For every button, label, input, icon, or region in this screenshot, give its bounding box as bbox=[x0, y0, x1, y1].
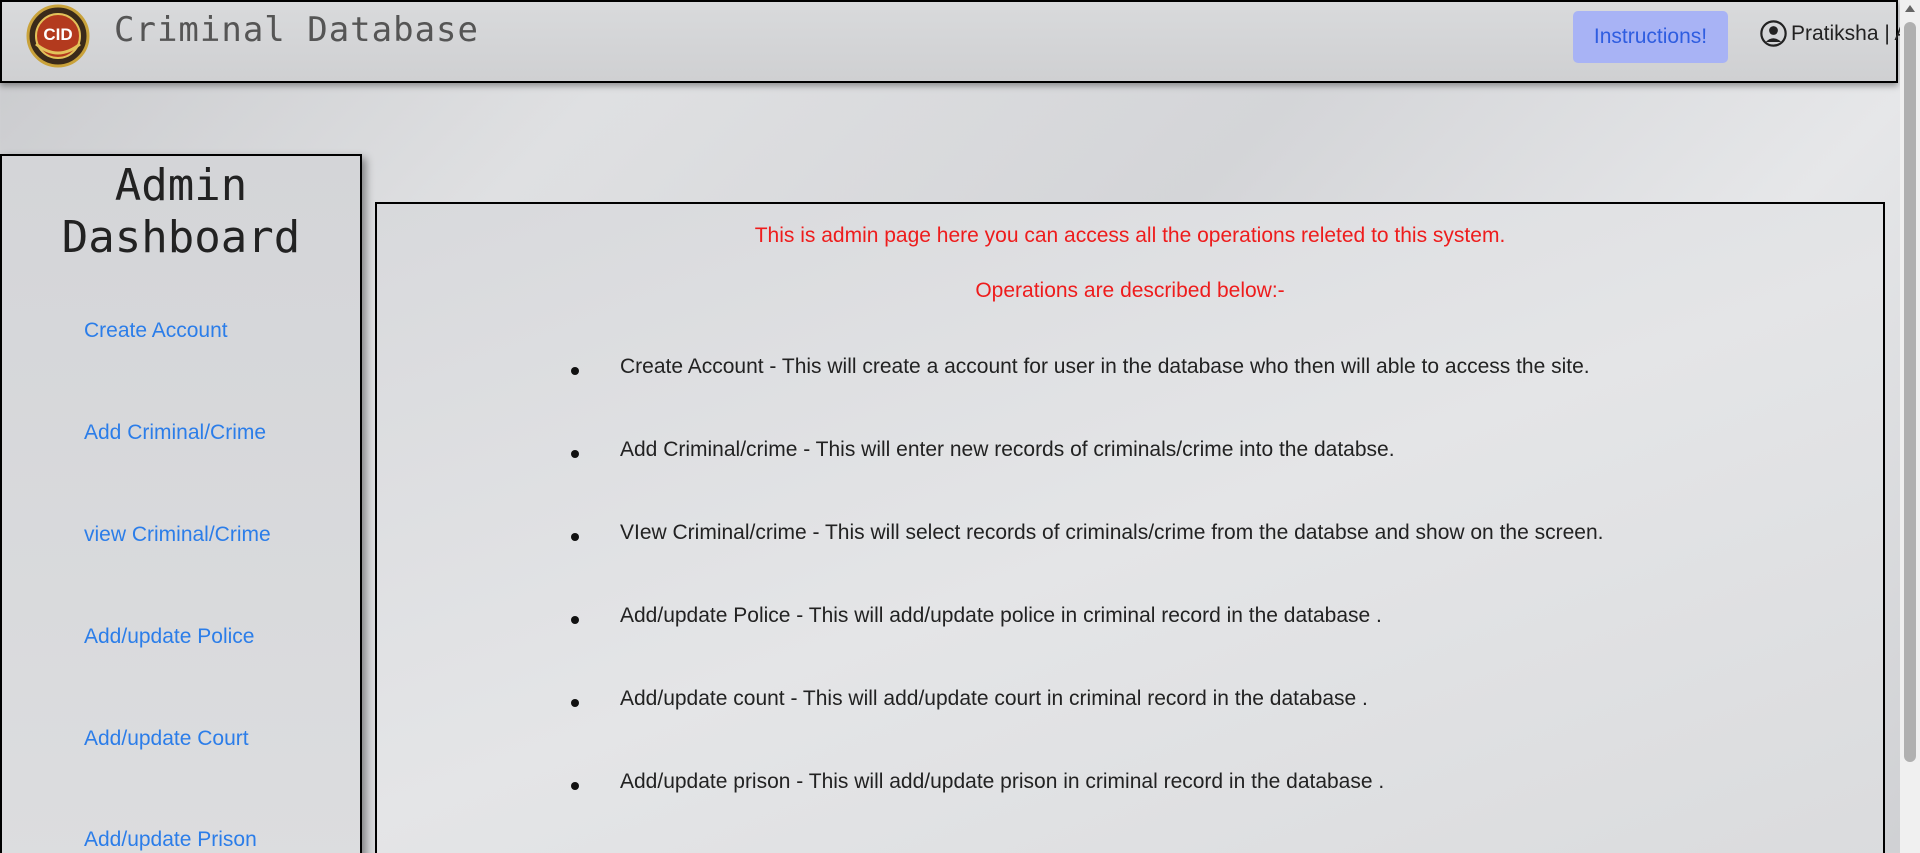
bullet-icon bbox=[571, 616, 579, 624]
sidebar-link-update-court[interactable]: Add/update Court bbox=[84, 727, 249, 750]
sidebar-title: Admin Dashboard bbox=[61, 160, 301, 263]
instructions-button[interactable]: Instructions! bbox=[1573, 11, 1728, 63]
list-item: Create Account - This will create a acco… bbox=[620, 355, 1590, 378]
scroll-up-arrow-icon[interactable] bbox=[1905, 5, 1915, 12]
sidebar-link-create-account[interactable]: Create Account bbox=[84, 319, 228, 342]
bullet-icon bbox=[571, 699, 579, 707]
list-item: Add/update count - This will add/update … bbox=[620, 687, 1368, 710]
navbar: CID Criminal Database Instructions! Prat… bbox=[0, 0, 1909, 83]
logo-text: CID bbox=[43, 25, 72, 44]
scroll-thumb[interactable] bbox=[1904, 22, 1916, 762]
bullet-icon bbox=[571, 367, 579, 375]
user-circle-icon bbox=[1760, 20, 1787, 47]
sidebar-item-view-criminal[interactable]: view Criminal/Crime bbox=[84, 523, 271, 547]
sidebar-link-update-prison[interactable]: Add/update Prison bbox=[84, 828, 257, 851]
sidebar-item-create-account[interactable]: Create Account bbox=[84, 319, 228, 343]
user-name: Pratiksha | A bbox=[1791, 21, 1909, 45]
sidebar-item-update-court[interactable]: Add/update Court bbox=[84, 727, 249, 751]
bullet-icon bbox=[571, 450, 579, 458]
operations-panel: This is admin page here you can access a… bbox=[375, 202, 1885, 853]
vertical-scrollbar[interactable] bbox=[1900, 0, 1920, 853]
sidebar-link-view-criminal[interactable]: view Criminal/Crime bbox=[84, 523, 271, 546]
bullet-icon bbox=[571, 533, 579, 541]
intro-text: This is admin page here you can access a… bbox=[754, 224, 1506, 247]
sidebar-item-update-police[interactable]: Add/update Police bbox=[84, 625, 254, 649]
sidebar-link-update-police[interactable]: Add/update Police bbox=[84, 625, 254, 648]
sidebar-item-update-prison[interactable]: Add/update Prison bbox=[84, 828, 257, 852]
list-item: VIew Criminal/crime - This will select r… bbox=[620, 521, 1604, 544]
bullet-icon bbox=[571, 782, 579, 790]
operations-subheading: Operations are described below:- bbox=[975, 279, 1285, 302]
sidebar-item-add-criminal[interactable]: Add Criminal/Crime bbox=[84, 421, 266, 445]
list-item: Add Criminal/crime - This will enter new… bbox=[620, 438, 1395, 461]
admin-sidebar: Admin Dashboard Create Account Add Crimi… bbox=[0, 154, 362, 853]
list-item: Add/update prison - This will add/update… bbox=[620, 770, 1385, 793]
app-title: Criminal Database bbox=[114, 10, 479, 50]
sidebar-link-add-criminal[interactable]: Add Criminal/Crime bbox=[84, 421, 266, 444]
user-menu[interactable]: Pratiksha | A bbox=[1760, 20, 1909, 47]
list-item: Add/update Police - This will add/update… bbox=[620, 604, 1382, 627]
cid-logo[interactable]: CID bbox=[26, 4, 90, 68]
